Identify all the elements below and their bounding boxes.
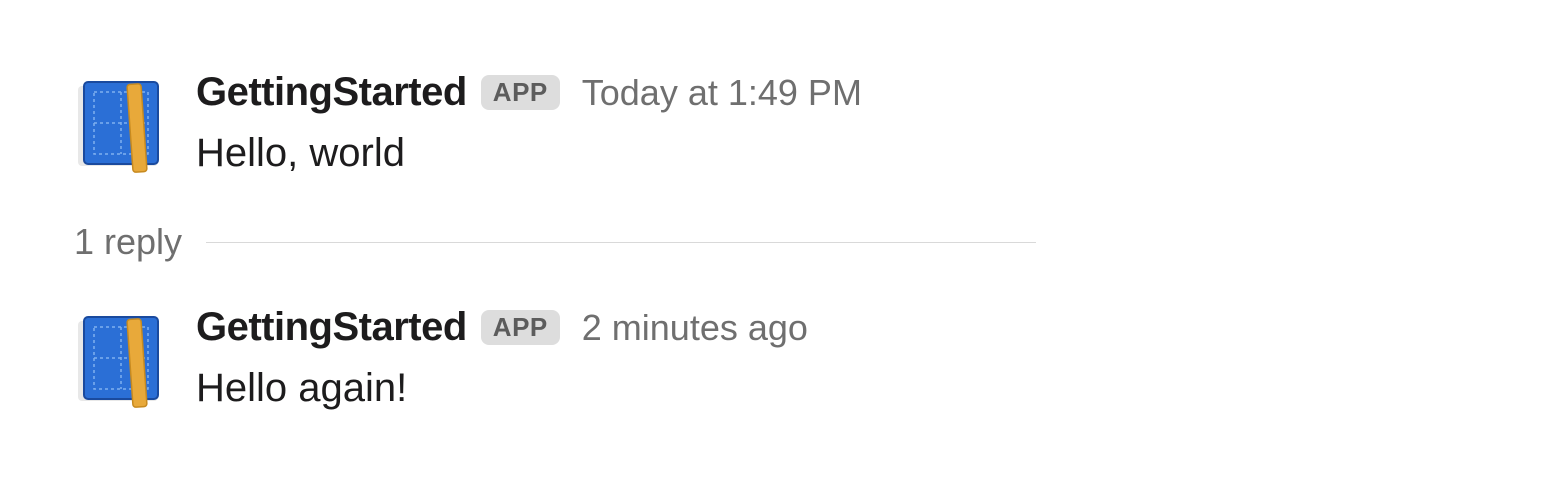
message-header: GettingStarted APP Today at 1:49 PM [196,70,1481,115]
app-badge: APP [481,75,560,110]
sender-name[interactable]: GettingStarted [196,305,467,350]
avatar[interactable] [72,311,172,411]
sender-name[interactable]: GettingStarted [196,70,467,115]
timestamp[interactable]: 2 minutes ago [582,307,808,349]
message-body: GettingStarted APP 2 minutes ago Hello a… [196,305,1481,414]
app-badge: APP [481,310,560,345]
reply-count[interactable]: 1 reply [74,221,182,263]
message-text: Hello again! [196,362,1481,414]
avatar[interactable] [72,76,172,176]
blueprint-icon [72,76,172,176]
message-row: GettingStarted APP 2 minutes ago Hello a… [72,305,1481,414]
timestamp[interactable]: Today at 1:49 PM [582,72,862,114]
message-header: GettingStarted APP 2 minutes ago [196,305,1481,350]
message-body: GettingStarted APP Today at 1:49 PM Hell… [196,70,1481,179]
message-text: Hello, world [196,127,1481,179]
message-row: GettingStarted APP Today at 1:49 PM Hell… [72,70,1481,179]
blueprint-icon [72,311,172,411]
separator-line [206,242,1036,243]
thread-separator: 1 reply [74,221,1481,263]
